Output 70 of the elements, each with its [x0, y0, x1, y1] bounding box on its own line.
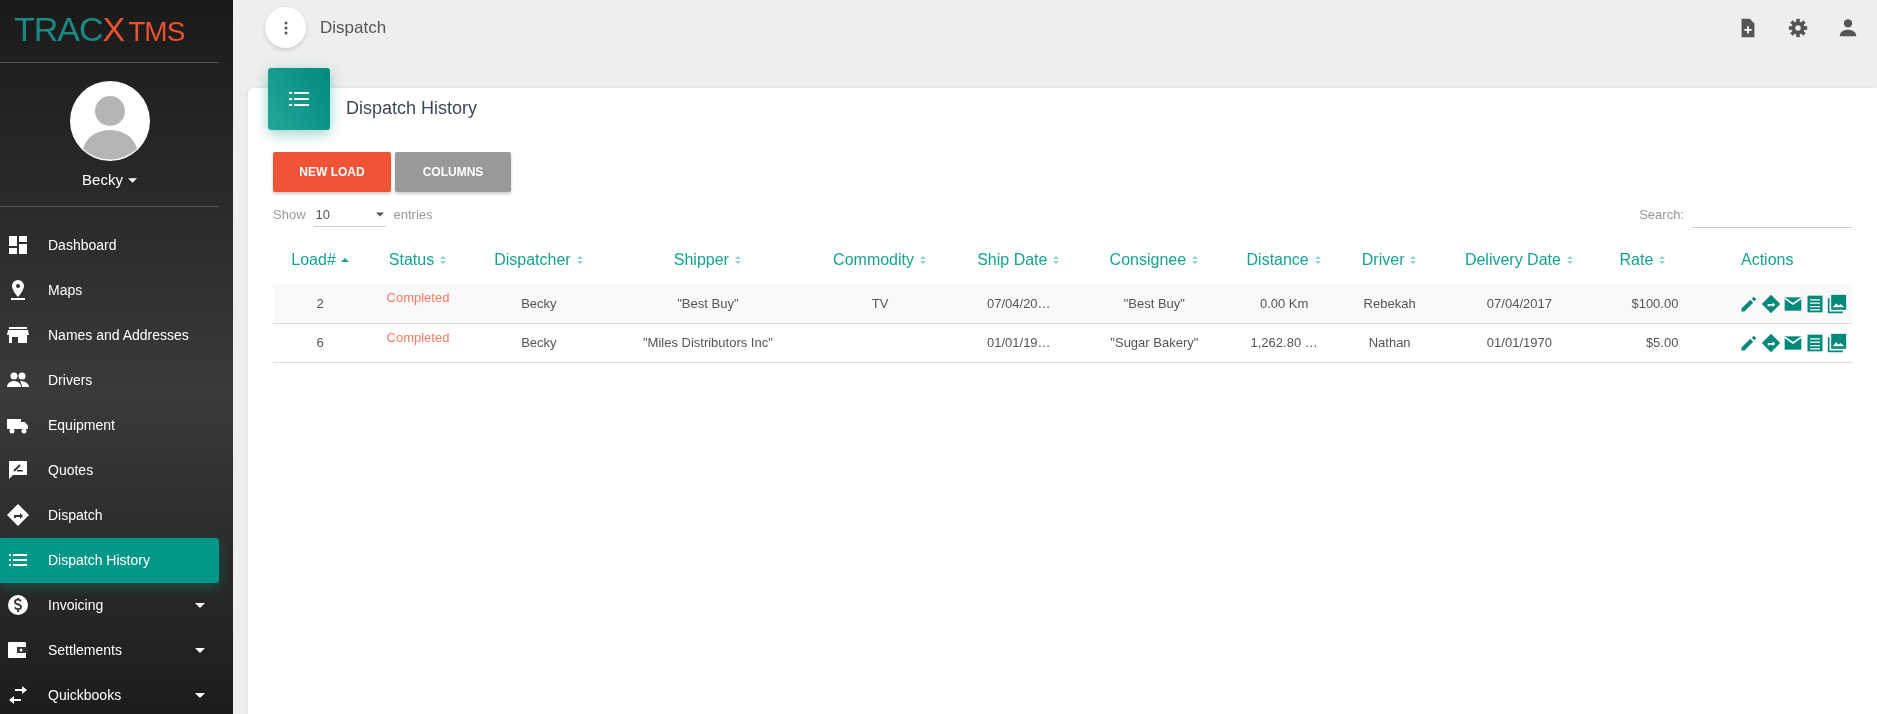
card-title: Dispatch History — [346, 98, 478, 120]
logo: TRACXTMS — [14, 12, 185, 46]
table-cell: 1,262.80 … — [1224, 323, 1344, 362]
table-cell: 07/04/20… — [953, 284, 1085, 323]
direction-sign-icon — [6, 503, 30, 527]
sidebar-item[interactable]: Dispatch — [0, 492, 219, 538]
settings-icon[interactable] — [1787, 16, 1809, 39]
table-cell: TV — [806, 284, 954, 323]
column-header[interactable]: Consignee — [1109, 248, 1200, 272]
sidebar-item[interactable]: Quotes — [0, 447, 219, 493]
document-icon[interactable] — [1805, 293, 1825, 314]
table-cell: $100.00 — [1603, 284, 1683, 323]
table-cell: 6 — [273, 323, 368, 362]
page-title: Dispatch — [320, 16, 388, 39]
sidebar-item[interactable]: Names and Addresses — [0, 312, 219, 358]
column-header[interactable]: Commodity — [833, 248, 927, 272]
entries-dropdown[interactable]: 10 — [313, 202, 386, 228]
column-header[interactable]: Delivery Date — [1464, 248, 1574, 272]
search-label: Search: — [1639, 206, 1684, 225]
table-cell: Completed — [367, 284, 469, 323]
column-header: Actions — [1740, 250, 1794, 270]
avatar-icon — [69, 81, 150, 161]
table-cell: Becky — [468, 323, 609, 362]
column-header[interactable]: Shipper — [673, 248, 742, 272]
table-cell: Becky — [468, 284, 609, 323]
entries-label: entries — [393, 206, 433, 225]
column-header[interactable]: Driver — [1361, 248, 1418, 272]
more-icon — [283, 20, 288, 35]
caret-icon — [127, 177, 137, 183]
column-header[interactable]: Distance — [1246, 248, 1322, 272]
images-icon[interactable] — [1827, 293, 1847, 314]
table-cell: "Sugar Bakery" — [1084, 323, 1225, 362]
sidebar-item[interactable]: Settlements — [0, 627, 219, 673]
column-header[interactable]: Rate — [1619, 248, 1667, 272]
user-icon[interactable] — [1837, 16, 1859, 39]
sidebar-item[interactable]: Dispatch History — [0, 537, 219, 583]
user-menu[interactable]: Becky — [82, 169, 137, 192]
sidebar-item[interactable]: Quickbooks — [0, 672, 219, 714]
table-cell: 07/04/2017 — [1435, 284, 1604, 323]
direction-sign-icon[interactable] — [1761, 332, 1781, 353]
table-cell: "Best Buy" — [1084, 284, 1225, 323]
direction-sign-icon[interactable] — [1761, 293, 1781, 314]
column-header[interactable]: Ship Date — [977, 248, 1061, 272]
sidebar-item[interactable]: Equipment — [0, 402, 219, 448]
table-cell: 2 — [273, 284, 368, 323]
table-cell: Nathan — [1343, 323, 1436, 362]
table-cell: 01/01/1970 — [1435, 323, 1604, 362]
column-header[interactable]: Load# — [291, 248, 349, 272]
table-cell: Rebekah — [1343, 284, 1436, 323]
show-label: Show — [273, 206, 306, 225]
table-cell: 0.00 Km — [1224, 284, 1344, 323]
sidebar-item[interactable]: Maps — [0, 267, 219, 313]
table-cell: $5.00 — [1603, 323, 1683, 362]
table-cell: "Miles Distributors Inc" — [608, 323, 807, 362]
sidebar-item[interactable]: Drivers — [0, 357, 219, 403]
column-header[interactable]: Status — [388, 248, 448, 272]
images-icon[interactable] — [1827, 332, 1847, 353]
document-icon[interactable] — [1805, 332, 1825, 353]
dollar-icon — [6, 593, 30, 617]
column-header[interactable]: Dispatcher — [494, 248, 584, 272]
columns-button[interactable]: COLUMNS — [395, 152, 511, 192]
caret-icon — [375, 212, 384, 217]
dashboard-icon — [6, 233, 30, 257]
sidebar-item[interactable]: Invoicing — [0, 582, 219, 628]
table-cell: Completed — [367, 323, 469, 362]
table-cell: 01/01/19… — [953, 323, 1085, 362]
new-load-button[interactable]: NEW LOAD — [273, 152, 391, 192]
sidebar-item[interactable]: Dashboard — [0, 222, 219, 268]
chat-edit-icon — [6, 458, 30, 482]
table-cell: "Best Buy" — [608, 284, 807, 323]
